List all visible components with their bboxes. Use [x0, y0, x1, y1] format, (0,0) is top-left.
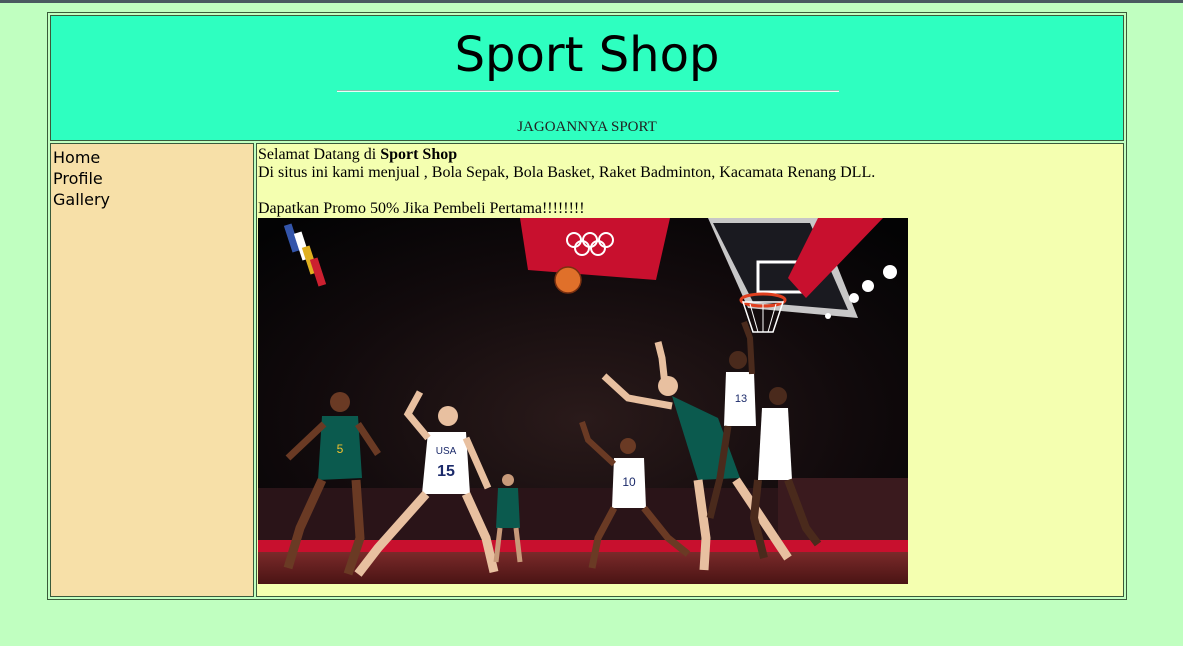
description-text: Di situs ini kami menjual , Bola Sepak, … [258, 164, 876, 181]
nav-link-gallery[interactable]: Gallery [53, 189, 251, 210]
jersey-number: 10 [622, 475, 636, 489]
window-top-bar [0, 0, 1183, 3]
nav-link-home[interactable]: Home [53, 147, 251, 168]
basketball-photo-illustration: 5 USA 15 10 13 [258, 218, 908, 584]
jersey-number: 13 [735, 393, 747, 405]
welcome-text: Selamat Datang di Sport Shop [258, 146, 1122, 164]
welcome-brand: Sport Shop [380, 146, 458, 163]
site-title: Sport Shop [454, 27, 720, 83]
jersey-text: USA [436, 446, 457, 457]
jersey-number: 15 [437, 463, 455, 480]
basketball-photo: 5 USA 15 10 13 [258, 218, 908, 584]
nav-link-profile[interactable]: Profile [53, 168, 251, 189]
jersey-number: 5 [337, 442, 344, 456]
basketball [554, 266, 582, 294]
main-content: Selamat Datang di Sport Shop Di situs in… [256, 143, 1124, 597]
header-divider [337, 90, 839, 92]
sidebar-nav: Home Profile Gallery [50, 143, 254, 597]
welcome-prefix: Selamat Datang di [258, 146, 381, 163]
site-tagline: JAGOANNYA SPORT [517, 119, 657, 135]
promo-text: Dapatkan Promo 50% Jika Pembeli Pertama!… [258, 200, 585, 217]
layout-table: Sport Shop JAGOANNYA SPORT Home Profile … [47, 12, 1127, 600]
site-header: Sport Shop JAGOANNYA SPORT [50, 15, 1124, 141]
olympic-banner [520, 218, 670, 280]
line-break [258, 182, 1122, 200]
